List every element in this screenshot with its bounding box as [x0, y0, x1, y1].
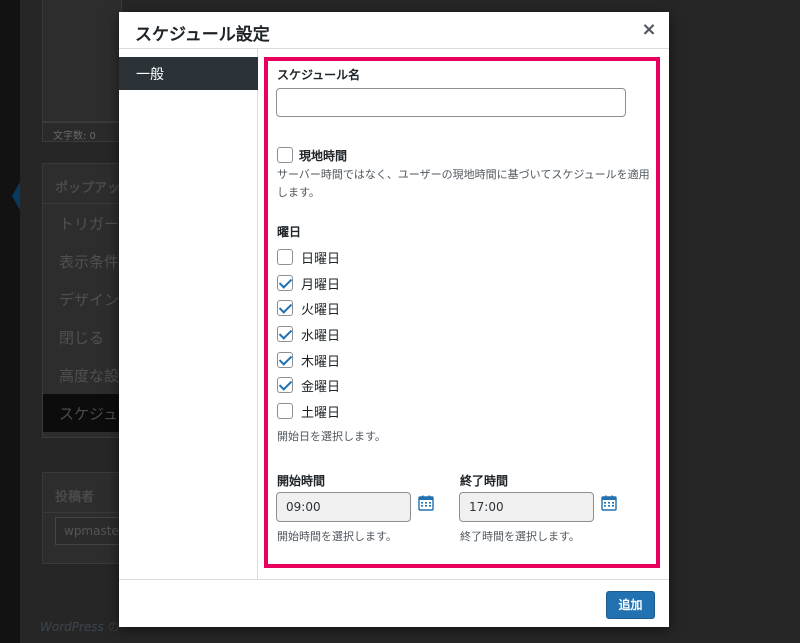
- editor-area: [42, 0, 122, 122]
- start-calendar-icon[interactable]: [418, 495, 434, 511]
- schedule-settings-modal: スケジュール設定 × 一般 スケジュール名 現地時間 サーバー時間ではなく、ユー…: [119, 12, 669, 627]
- admin-sidebar: [0, 0, 20, 643]
- menu-item-advanced: 高度な設: [59, 367, 120, 385]
- wednesday-checkbox[interactable]: [277, 326, 293, 342]
- author-title: 投稿者: [43, 473, 121, 513]
- wednesday-label: 水曜日: [301, 329, 341, 344]
- word-count: 文字数: 0: [42, 122, 122, 142]
- menu-item-design: デザイン: [59, 291, 120, 309]
- end-time-label: 終了時間: [460, 474, 509, 488]
- local-time-checkbox[interactable]: [277, 147, 293, 163]
- thursday-checkbox[interactable]: [277, 352, 293, 368]
- add-button[interactable]: 追加: [606, 591, 655, 619]
- end-time-input[interactable]: 17:00: [459, 492, 594, 522]
- monday-checkbox[interactable]: [277, 275, 293, 291]
- admin-footer: WordPress の: [40, 618, 120, 635]
- monday-label: 月曜日: [301, 278, 341, 293]
- end-calendar-icon[interactable]: [601, 495, 617, 511]
- local-time-label: 現地時間: [299, 149, 348, 163]
- friday-label: 金曜日: [301, 380, 341, 395]
- schedule-name-input[interactable]: [276, 88, 626, 117]
- sunday-label: 日曜日: [301, 252, 341, 267]
- days-label: 曜日: [277, 225, 302, 239]
- footer-wordpress-link: WordPress: [40, 620, 104, 634]
- schedule-form-panel: スケジュール名 現地時間 サーバー時間ではなく、ユーザーの現地時間に基づいてスケ…: [264, 57, 660, 568]
- modal-footer: 追加: [119, 579, 669, 627]
- modal-header: スケジュール設定 ×: [119, 12, 669, 49]
- menu-item-schedule: スケジュ: [43, 394, 121, 432]
- menu-item-trigger: トリガー: [59, 215, 120, 233]
- tab-general[interactable]: 一般: [119, 57, 258, 90]
- days-description: 開始日を選択します。: [277, 430, 386, 443]
- start-time-label: 開始時間: [277, 474, 326, 488]
- close-icon[interactable]: ×: [637, 18, 661, 42]
- saturday-label: 土曜日: [301, 406, 341, 421]
- local-time-description: サーバー時間ではなく、ユーザーの現地時間に基づいてスケジュールを適用します。: [277, 168, 650, 199]
- author-box: 投稿者 wpmaste: [42, 472, 135, 564]
- tuesday-checkbox[interactable]: [277, 300, 293, 316]
- popup-settings-box: ポップアッ トリガー 表示条件 デザイン 閉じる 高度な設 スケジュ: [42, 163, 122, 438]
- popup-settings-title: ポップアッ: [43, 164, 121, 204]
- tuesday-label: 火曜日: [301, 303, 341, 318]
- menu-item-conditions: 表示条件: [59, 253, 120, 271]
- popup-settings-menu: トリガー 表示条件 デザイン 閉じる 高度な設 スケジュ: [43, 204, 121, 432]
- saturday-checkbox[interactable]: [277, 403, 293, 419]
- footer-text: の: [107, 620, 120, 634]
- schedule-name-label: スケジュール名: [277, 68, 361, 82]
- end-time-description: 終了時間を選択します。: [460, 530, 580, 543]
- start-time-input[interactable]: 09:00: [276, 492, 411, 522]
- thursday-label: 木曜日: [301, 355, 341, 370]
- start-time-description: 開始時間を選択します。: [277, 530, 397, 543]
- modal-title: スケジュール設定: [135, 25, 270, 45]
- modal-sidebar: 一般: [119, 49, 258, 579]
- sunday-checkbox[interactable]: [277, 249, 293, 265]
- current-menu-arrow-icon: [12, 182, 20, 210]
- menu-item-close: 閉じる: [59, 329, 105, 347]
- friday-checkbox[interactable]: [277, 377, 293, 393]
